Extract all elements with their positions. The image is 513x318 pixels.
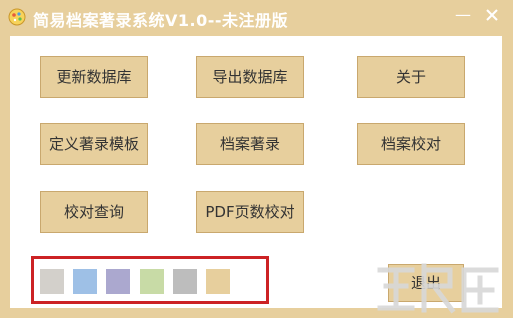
title-bar[interactable]: 简易档案著录系统V1.0--未注册版 — xyxy=(0,0,513,34)
archive-catalog-button[interactable]: 档案著录 xyxy=(196,123,304,165)
close-button[interactable] xyxy=(482,6,502,24)
export-database-button[interactable]: 导出数据库 xyxy=(196,56,304,98)
define-template-button[interactable]: 定义著录模板 xyxy=(40,123,148,165)
minimize-button[interactable]: — xyxy=(453,6,473,24)
update-database-button[interactable]: 更新数据库 xyxy=(40,56,148,98)
theme-swatch-purple[interactable] xyxy=(106,269,130,294)
archive-check-button[interactable]: 档案校对 xyxy=(357,123,465,165)
about-button[interactable]: 关于 xyxy=(357,56,465,98)
theme-swatch-blue[interactable] xyxy=(73,269,97,294)
theme-swatch-gray[interactable] xyxy=(40,269,64,294)
watermark-logo xyxy=(377,263,499,314)
check-query-button[interactable]: 校对查询 xyxy=(40,191,148,233)
theme-swatch-green[interactable] xyxy=(140,269,164,294)
theme-swatch-silver[interactable] xyxy=(173,269,197,294)
theme-color-panel xyxy=(31,256,269,304)
close-icon xyxy=(486,9,498,21)
window-title: 简易档案著录系统V1.0--未注册版 xyxy=(33,11,289,30)
main-window: 简易档案著录系统V1.0--未注册版 — 更新数据库 导出数据库 关于 定义著录… xyxy=(0,0,513,318)
pdf-page-check-button[interactable]: PDF页数校对 xyxy=(196,191,304,233)
app-icon xyxy=(8,8,26,26)
theme-swatch-tan[interactable] xyxy=(206,269,230,294)
